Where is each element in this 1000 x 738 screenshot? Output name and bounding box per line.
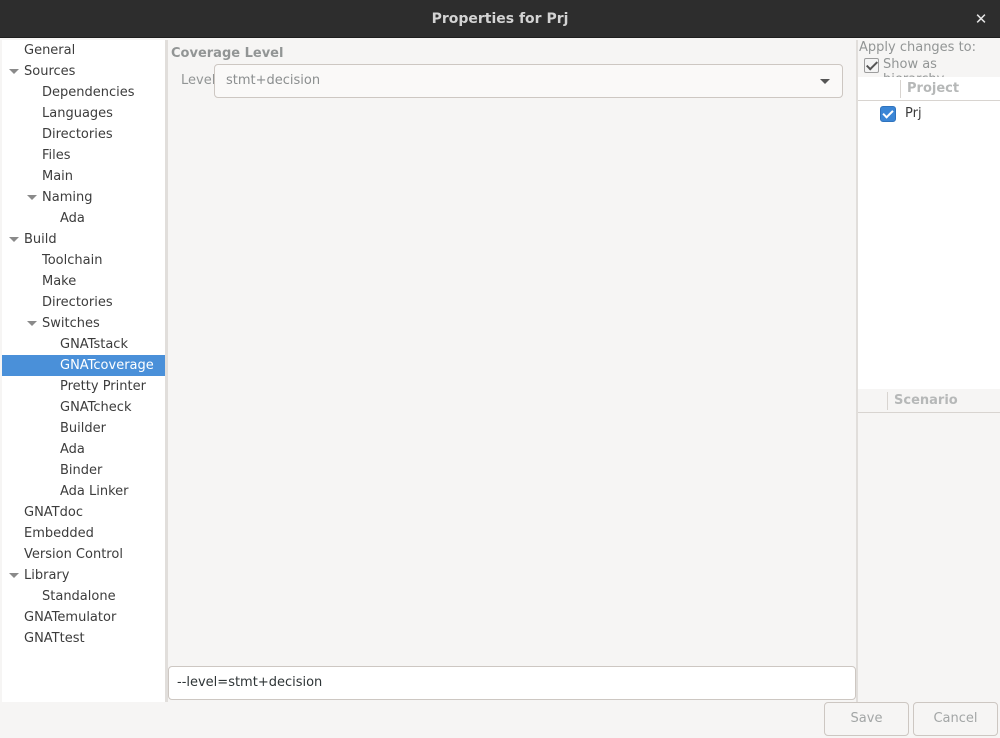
level-label: Level [181,73,216,88]
tree-item[interactable]: Directories [2,292,165,313]
tree-item-label: Directories [42,127,113,142]
close-icon[interactable]: ✕ [972,10,990,28]
tree-item[interactable]: Naming [2,187,165,208]
coverage-panel: Coverage Level Level stmt+decision --lev… [168,40,856,702]
tree-item-label: Languages [42,106,113,121]
project-header-label: Project [907,81,960,96]
tree-item[interactable]: GNATcoverage [2,355,165,376]
tree-item-label: GNATemulator [24,610,117,625]
window-title: Properties for Prj [431,11,569,27]
tree-item[interactable]: Ada Linker [2,481,165,502]
show-hierarchy-toggle[interactable]: Show as hierarchy [864,57,1000,87]
scenario-column-header[interactable]: Scenario [858,389,1000,413]
tree-item[interactable]: Builder [2,418,165,439]
tree-item[interactable]: Version Control [2,544,165,565]
tree-item-label: Directories [42,295,113,310]
apply-panel: Apply changes to: Show as hierarchy Proj… [858,40,1000,702]
column-divider [900,80,901,98]
tree-item-label: Toolchain [42,253,103,268]
show-hierarchy-checkbox[interactable] [864,58,879,73]
project-checkbox[interactable] [880,106,896,122]
tree-item-label: Builder [60,421,106,436]
tree-item-label: Main [42,169,74,184]
tree-item-label: Standalone [42,589,116,604]
tree-item-label: Ada [60,442,85,457]
tree-item[interactable]: Ada [2,439,165,460]
category-tree: General Sources Dependencies Languages Direc… [2,40,165,702]
scenario-header-label: Scenario [894,393,958,408]
tree-item-label: General [24,43,76,58]
level-combo-value: stmt+decision [226,73,321,88]
tree-item-label: Pretty Printer [60,379,146,394]
tree-item[interactable]: GNATdoc [2,502,165,523]
tree-item-label: Build [24,232,57,247]
tree-item[interactable]: GNATemulator [2,607,165,628]
tree-item-label: Switches [42,316,100,331]
tree-item-label: GNATstack [60,337,128,352]
button-bar: Save Cancel [0,702,1000,738]
tree-item[interactable]: Binder [2,460,165,481]
tree-item-label: GNATtest [24,631,85,646]
chevron-down-icon [820,79,830,84]
project-row[interactable]: Prj [858,103,1000,125]
column-divider [887,392,888,410]
tree-item[interactable]: Directories [2,124,165,145]
tree-item[interactable]: Dependencies [2,82,165,103]
command-line-input[interactable]: --level=stmt+decision [168,666,856,700]
tree-item-label: Make [42,274,77,289]
scenario-list: Scenario [858,389,1000,702]
save-button[interactable]: Save [824,702,909,736]
tree-item-label: Dependencies [42,85,135,100]
expander-arrow-icon[interactable] [8,229,20,250]
tree-item-label: Binder [60,463,103,478]
title-bar[interactable]: Properties for Prj ✕ [0,0,1000,38]
tree-item[interactable]: Library [2,565,165,586]
tree-item[interactable]: GNATstack [2,334,165,355]
tree-item-label: GNATcoverage [60,358,154,373]
tree-item[interactable]: GNATcheck [2,397,165,418]
tree-item[interactable]: GNATtest [2,628,165,649]
tree-item[interactable]: Files [2,145,165,166]
tree-item-label: GNATcheck [60,400,132,415]
tree-item-label: Library [24,568,70,583]
tree-item[interactable]: Embedded [2,523,165,544]
tree-item-label: GNATdoc [24,505,83,520]
tree-item[interactable]: Languages [2,103,165,124]
level-combo[interactable]: stmt+decision [214,64,843,98]
tree-item[interactable]: Ada [2,208,165,229]
tree-item[interactable]: Toolchain [2,250,165,271]
tree-item-label: Version Control [24,547,123,562]
tree-item[interactable]: Make [2,271,165,292]
tree-item[interactable]: Main [2,166,165,187]
expander-arrow-icon[interactable] [26,187,38,208]
project-name: Prj [905,106,922,121]
tree-item-label: Ada [60,211,85,226]
cancel-button[interactable]: Cancel [913,702,998,736]
apply-changes-label: Apply changes to: [859,40,977,55]
expander-arrow-icon[interactable] [26,313,38,334]
command-line-value: --level=stmt+decision [177,675,323,690]
tree-item[interactable]: Sources [2,61,165,82]
expander-arrow-icon[interactable] [8,565,20,586]
tree-item-label: Files [42,148,71,163]
tree-item[interactable]: Pretty Printer [2,376,165,397]
tree-item-label: Naming [42,190,93,205]
properties-dialog: Properties for Prj ✕ General Sources Depen… [0,0,1000,738]
tree-item-label: Ada Linker [60,484,129,499]
expander-arrow-icon[interactable] [8,61,20,82]
tree-item[interactable]: Switches [2,313,165,334]
tree-item-label: Sources [24,64,76,79]
tree-item[interactable]: Build [2,229,165,250]
project-column-header[interactable]: Project [858,77,1000,101]
section-title: Coverage Level [171,46,284,61]
project-list: Project Prj [858,77,1000,389]
tree-item[interactable]: Standalone [2,586,165,607]
tree-item[interactable]: General [2,40,165,61]
tree-item-label: Embedded [24,526,94,541]
